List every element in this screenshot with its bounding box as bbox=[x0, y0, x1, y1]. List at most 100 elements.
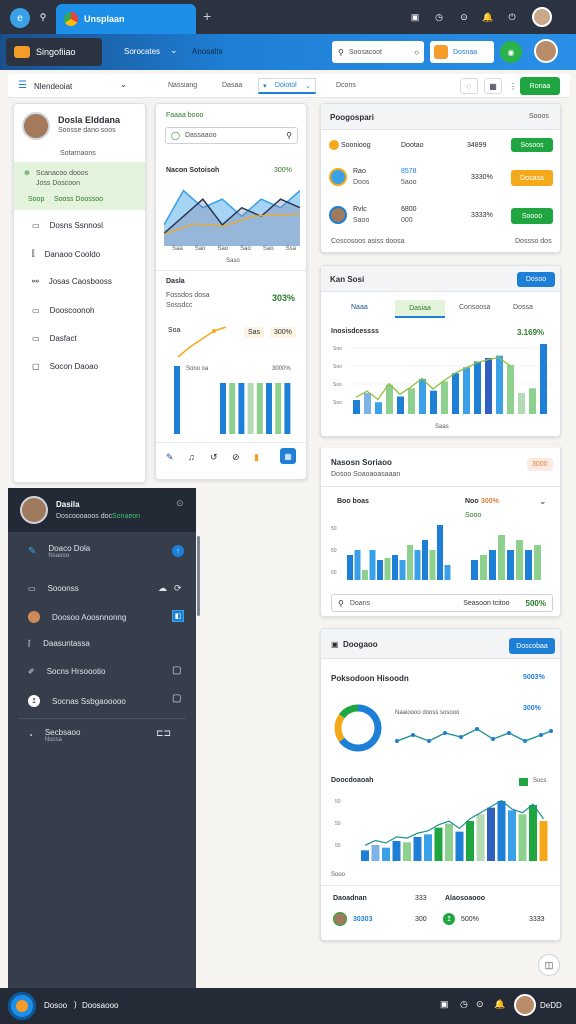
cloud-icon[interactable]: ☁ bbox=[158, 583, 167, 594]
dark-item-2[interactable]: ▭ Sooonss bbox=[28, 584, 79, 593]
nav-link-2[interactable]: Anosalts bbox=[192, 47, 223, 56]
row3-avatar[interactable] bbox=[329, 206, 347, 224]
dark-item-6-check-icon[interactable]: ▢ bbox=[172, 693, 181, 704]
panel3-badge[interactable]: 3000 bbox=[527, 458, 553, 471]
refresh-icon[interactable]: ◌ bbox=[460, 78, 478, 94]
clock-icon[interactable]: ◷ bbox=[432, 10, 446, 24]
taskbar-settings-icon[interactable]: ⊙ bbox=[476, 999, 484, 1010]
filter-arrow-icon: ▾ bbox=[263, 82, 267, 90]
taskbar-avatar[interactable] bbox=[514, 994, 536, 1016]
brand[interactable]: Singofiiao bbox=[6, 38, 102, 66]
sidebar-item-1[interactable]: ▭ Dosns Ssnnosl bbox=[32, 221, 103, 230]
chart3-bar-chart bbox=[174, 366, 291, 434]
panel1-link[interactable]: Sooos bbox=[529, 113, 549, 120]
foot1-name: Daoadnan bbox=[333, 895, 367, 902]
chat-icon[interactable]: ◉ bbox=[500, 41, 522, 63]
chat-float-icon[interactable]: ◫ bbox=[538, 954, 560, 976]
panel2-tab-1[interactable]: Naaa bbox=[351, 304, 368, 311]
sidebar-item-4[interactable]: ▭ Dooscoonoh bbox=[32, 306, 94, 315]
taskbar-clock-icon[interactable]: ◷ bbox=[460, 999, 468, 1010]
menu-label[interactable]: Nlendeoiat bbox=[34, 82, 72, 91]
power-icon[interactable]: ⏻ bbox=[505, 10, 519, 24]
start-icon[interactable] bbox=[8, 992, 36, 1020]
dark-item-1-badge-icon[interactable]: ↑ bbox=[172, 545, 184, 557]
search-input[interactable]: ⚲ Soosacoot ○ bbox=[332, 41, 424, 63]
list-icon[interactable]: ⋮ bbox=[506, 78, 520, 94]
browser-tab[interactable]: Unsplaan bbox=[56, 4, 196, 34]
taskbar-bell-icon[interactable]: 🔔 bbox=[494, 999, 505, 1010]
panel2-tab-3[interactable]: Consoosa bbox=[459, 304, 491, 311]
dark-item-1[interactable]: ✎ Doaco Dola Nsaooo bbox=[28, 544, 90, 559]
right-label[interactable]: Dcons bbox=[336, 82, 356, 89]
sidebar-selected-item[interactable]: ⊕ Scanacoo dooos Joss Doscoon Soop Sooss… bbox=[14, 162, 145, 210]
chevron-down-icon[interactable]: ⌄ bbox=[170, 45, 178, 56]
dark-item-4[interactable]: ⌈ Daasuntassa bbox=[28, 639, 90, 648]
dark-item-5-check-icon[interactable]: ▢ bbox=[172, 665, 181, 676]
dark-scrollbar[interactable] bbox=[197, 536, 200, 616]
dark-item-3-toggle-icon[interactable]: ◧ bbox=[172, 610, 184, 622]
taskbar-window-icon[interactable]: ▣ bbox=[440, 999, 449, 1010]
row2-avatar[interactable] bbox=[329, 168, 347, 186]
dark-item-7[interactable]: ◔ Secbsaoo Nsosa bbox=[28, 728, 80, 743]
menu-icon[interactable]: ☰ bbox=[18, 80, 27, 91]
mid-search-dot-icon: ◯ bbox=[171, 131, 180, 140]
foot2-name: Alaosoaooo bbox=[445, 895, 486, 902]
chart5-bar-a bbox=[437, 525, 443, 580]
menu-chevron-icon[interactable]: ⌄ bbox=[120, 80, 127, 89]
filter-2[interactable]: Dasaa bbox=[222, 82, 242, 89]
foot2-icon[interactable]: ↥ bbox=[443, 913, 455, 925]
taskbar-sub[interactable]: Doosaooo bbox=[82, 1001, 118, 1010]
app-action-button[interactable]: Dosnaa bbox=[430, 41, 494, 63]
bell-icon[interactable]: ♫ bbox=[188, 452, 195, 462]
settings-icon[interactable]: ⊙ bbox=[457, 10, 471, 24]
row3-button[interactable]: Soooo bbox=[511, 208, 553, 224]
chart1-pct: 300% bbox=[274, 167, 292, 174]
mute-icon[interactable]: ⊘ bbox=[232, 452, 240, 463]
foot1-avatar[interactable] bbox=[333, 912, 347, 926]
avatar[interactable] bbox=[532, 7, 552, 27]
chart1-ticks: Saa Sao Sao Sao Sao Ssa bbox=[172, 246, 296, 252]
pencil-icon[interactable]: ✎ bbox=[166, 452, 174, 463]
sync-icon[interactable]: ⟳ bbox=[174, 583, 182, 594]
panel3-chevron-icon[interactable]: ⌄ bbox=[539, 496, 547, 507]
chart4-bar bbox=[496, 355, 503, 414]
dark-item-7-tools-icon[interactable]: ⊏⊐ bbox=[156, 728, 171, 739]
toolbar-action-button[interactable]: Ronaa bbox=[520, 77, 560, 95]
selected-link-a[interactable]: Soop bbox=[28, 196, 44, 203]
panel3-sub: Dosoo Soaoaoasaaan bbox=[331, 471, 401, 478]
mid-search-input[interactable]: ◯ Dassaaoo ⚲ bbox=[165, 127, 298, 144]
dark-user-status: Sonaeon bbox=[112, 513, 141, 520]
tag-icon[interactable]: ▮ bbox=[254, 452, 259, 463]
grid-apps-icon[interactable]: ▦ bbox=[280, 448, 296, 464]
sidebar-item-5[interactable]: ▭ Dasfact bbox=[32, 334, 77, 343]
dark-item-6[interactable]: ↥ Socnas Ssbgaooooo bbox=[28, 695, 126, 707]
dark-item-3[interactable]: Doosoo Aoosnnonng bbox=[28, 611, 126, 623]
selected-link-b[interactable]: Sooss Doossoo bbox=[54, 196, 103, 203]
new-tab-button[interactable]: + bbox=[203, 8, 211, 24]
row1-button[interactable]: Sosoos bbox=[511, 138, 553, 152]
window-icon[interactable]: ▣ bbox=[408, 10, 422, 24]
nav-link-1[interactable]: Sorocates bbox=[124, 47, 160, 56]
panel2-tab-4[interactable]: Dossa bbox=[513, 304, 533, 311]
notification-icon[interactable]: 🔔 bbox=[481, 10, 495, 24]
browser-logo-icon[interactable]: e bbox=[10, 8, 30, 28]
panel4-action-button[interactable]: Doscobaa bbox=[509, 638, 555, 654]
dark-user-avatar[interactable] bbox=[20, 496, 48, 524]
panel2-tab-2[interactable]: Dasiaa bbox=[395, 300, 445, 318]
grid-icon[interactable]: ▦ bbox=[484, 78, 502, 94]
panel2-action-button[interactable]: Dosoo bbox=[517, 272, 555, 287]
sidebar-item-6[interactable]: ▢ Socon Daoao bbox=[32, 362, 98, 371]
sidebar-item-3[interactable]: ⚯ Josas Caosbooss bbox=[32, 277, 112, 286]
sidebar-avatar[interactable] bbox=[22, 112, 50, 140]
filter-1[interactable]: Nassiang bbox=[168, 82, 197, 89]
sidebar-item-2[interactable]: ⫿ Danaoo Cooldo bbox=[32, 249, 100, 259]
dark-item-5[interactable]: ✐ Socns Hrsoootio bbox=[28, 667, 105, 676]
taskbar-label[interactable]: Dosoo bbox=[44, 1001, 67, 1010]
undo-icon[interactable]: ↺ bbox=[210, 452, 218, 463]
chart7-bar bbox=[508, 810, 516, 861]
dark-close-icon[interactable]: ⊙ bbox=[176, 498, 184, 509]
filter-3-select[interactable]: ▾ Doiotol ⌄ bbox=[258, 78, 316, 94]
panel3-search-input[interactable]: ⚲ Doans Seasoon tcitoo 500% bbox=[331, 594, 553, 612]
row2-button[interactable]: Dosasa bbox=[511, 170, 553, 186]
user-avatar[interactable] bbox=[534, 39, 558, 63]
